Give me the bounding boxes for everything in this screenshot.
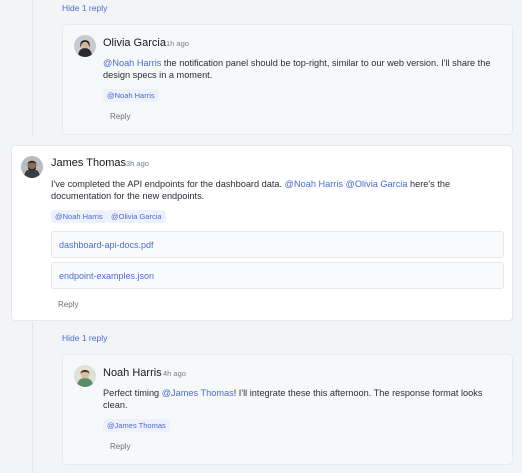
hide-replies-link[interactable]: Hide 1 reply <box>62 333 107 343</box>
hide-replies-link[interactable]: Hide 1 reply <box>62 3 107 13</box>
comments-thread: Hide 1 reply Olivia Garcia 1h ago @Noah … <box>0 0 522 473</box>
mention-tag[interactable]: @James Thomas <box>103 419 170 432</box>
comment-text: @Noah Harris the notification panel shou… <box>103 58 491 80</box>
mention-tag[interactable]: @Olivia Garcia <box>107 210 166 223</box>
author-name: Olivia Garcia <box>103 37 166 49</box>
thread-connector <box>32 322 33 473</box>
timestamp: 3h ago <box>126 159 149 168</box>
author-name: James Thomas <box>51 157 126 169</box>
mention-tag[interactable]: @Noah Harris <box>51 210 107 223</box>
comment-card-james: James Thomas 3h ago I've completed the A… <box>11 145 513 321</box>
avatar <box>74 35 96 57</box>
author-name: Noah Harris <box>103 367 162 379</box>
comment-text: I've completed the API endpoints for the… <box>51 179 451 201</box>
attachment-link[interactable]: endpoint-examples.json <box>51 262 504 289</box>
timestamp: 1h ago <box>166 39 189 48</box>
thread-connector <box>32 0 33 135</box>
reply-button[interactable]: Reply <box>110 442 130 451</box>
mention-link[interactable]: @Olivia Garcia <box>346 179 408 189</box>
mention-link[interactable]: @Noah Harris <box>103 58 161 68</box>
mention-link[interactable]: @James Thomas <box>162 388 234 398</box>
reply-card-olivia: Olivia Garcia 1h ago @Noah Harris the no… <box>62 24 513 135</box>
reply-card-noah: Noah Harris 4h ago Perfect timing @James… <box>62 354 513 465</box>
avatar <box>21 156 43 178</box>
mention-tag[interactable]: @Noah Harris <box>103 89 159 102</box>
avatar <box>74 365 96 387</box>
attachment-link[interactable]: dashboard-api-docs.pdf <box>51 231 504 258</box>
reply-button[interactable]: Reply <box>58 300 78 309</box>
timestamp: 4h ago <box>163 369 186 378</box>
mention-link[interactable]: @Noah Harris <box>285 179 343 189</box>
comment-text: Perfect timing @James Thomas! I'll integ… <box>103 388 483 410</box>
reply-button[interactable]: Reply <box>110 112 130 121</box>
